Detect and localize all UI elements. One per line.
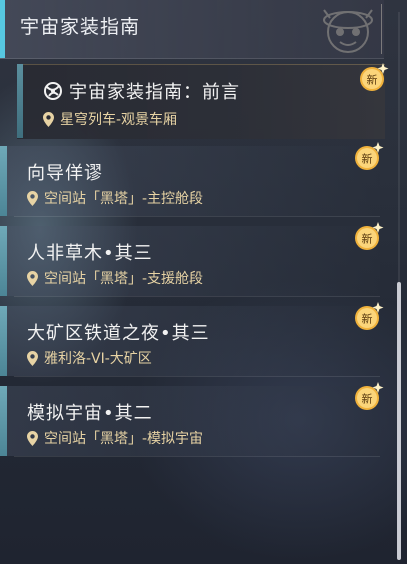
header-accent-bar bbox=[0, 0, 5, 58]
quest-location: 星穹列车-观景车厢 bbox=[43, 109, 177, 129]
quest-location-text: 空间站「黑塔」-支援舱段 bbox=[44, 271, 204, 287]
new-badge-icon: 新 bbox=[360, 63, 389, 91]
quest-location: 空间站「黑塔」-模拟宇宙 bbox=[27, 428, 203, 448]
selected-item-stripe bbox=[17, 64, 23, 138]
location-pin-icon bbox=[27, 190, 38, 206]
new-badge-label: 新 bbox=[362, 232, 373, 246]
new-badge-label: 新 bbox=[362, 152, 373, 166]
quest-item-selected[interactable]: 宇宙家装指南：前言 星穹列车-观景车厢 bbox=[17, 64, 385, 139]
quest-item[interactable]: 模拟宇宙•其二 空间站「黑塔」-模拟宇宙 bbox=[0, 386, 380, 457]
quest-location-text: 星穹列车-观景车厢 bbox=[60, 112, 178, 128]
divider bbox=[14, 456, 380, 457]
quest-title: 宇宙家装指南：前言 bbox=[69, 82, 240, 103]
location-pin-icon bbox=[27, 350, 38, 366]
quest-item[interactable]: 人非草木•其三 空间站「黑塔」-支援舱段 bbox=[0, 226, 380, 297]
quest-location-text: 空间站「黑塔」-模拟宇宙 bbox=[44, 431, 204, 447]
divider bbox=[14, 376, 380, 377]
new-badge-icon: 新 bbox=[355, 142, 384, 170]
scrollbar-thumb[interactable] bbox=[397, 282, 401, 560]
quest-title: 向导佯谬 bbox=[27, 163, 103, 184]
quest-title: 模拟宇宙•其二 bbox=[27, 403, 153, 424]
quest-item-stripe bbox=[0, 226, 7, 296]
new-badge-label: 新 bbox=[362, 312, 373, 326]
category-title: 宇宙家装指南 bbox=[20, 16, 141, 38]
quest-title-row: 宇宙家装指南：前言 bbox=[43, 78, 240, 104]
new-badge-icon: 新 bbox=[355, 222, 384, 250]
header-frame-edge bbox=[381, 4, 382, 54]
quest-location: 空间站「黑塔」-主控舱段 bbox=[27, 188, 203, 208]
divider bbox=[14, 296, 380, 297]
new-badge-icon: 新 bbox=[355, 382, 384, 410]
location-pin-icon bbox=[43, 111, 54, 127]
quest-icon bbox=[44, 82, 62, 100]
quest-location: 雅利洛-VI-大矿区 bbox=[27, 348, 152, 368]
quest-item-stripe bbox=[0, 306, 7, 376]
new-badge-label: 新 bbox=[362, 392, 373, 406]
quest-item[interactable]: 向导佯谬 空间站「黑塔」-主控舱段 bbox=[0, 146, 380, 217]
quest-location: 空间站「黑塔」-支援舱段 bbox=[27, 268, 203, 288]
location-pin-icon bbox=[27, 270, 38, 286]
location-pin-icon bbox=[27, 430, 38, 446]
new-badge-icon: 新 bbox=[355, 302, 384, 330]
pom-pom-icon bbox=[323, 9, 373, 53]
quest-list-panel: 宇宙家装指南 宇宙家装指南：前言 星穹列车-观景车厢 新 向导佯谬 空间站「黑塔… bbox=[0, 0, 407, 564]
quest-item-stripe bbox=[0, 146, 7, 216]
divider bbox=[14, 216, 380, 217]
quest-location-text: 雅利洛-VI-大矿区 bbox=[44, 351, 152, 367]
quest-title: 人非草木•其三 bbox=[27, 243, 153, 264]
new-badge-label: 新 bbox=[367, 73, 378, 87]
quest-location-text: 空间站「黑塔」-主控舱段 bbox=[44, 191, 204, 207]
quest-title: 大矿区铁道之夜•其三 bbox=[27, 323, 210, 344]
quest-item-stripe bbox=[0, 386, 7, 456]
category-header[interactable]: 宇宙家装指南 bbox=[0, 0, 384, 59]
quest-item[interactable]: 大矿区铁道之夜•其三 雅利洛-VI-大矿区 bbox=[0, 306, 380, 377]
